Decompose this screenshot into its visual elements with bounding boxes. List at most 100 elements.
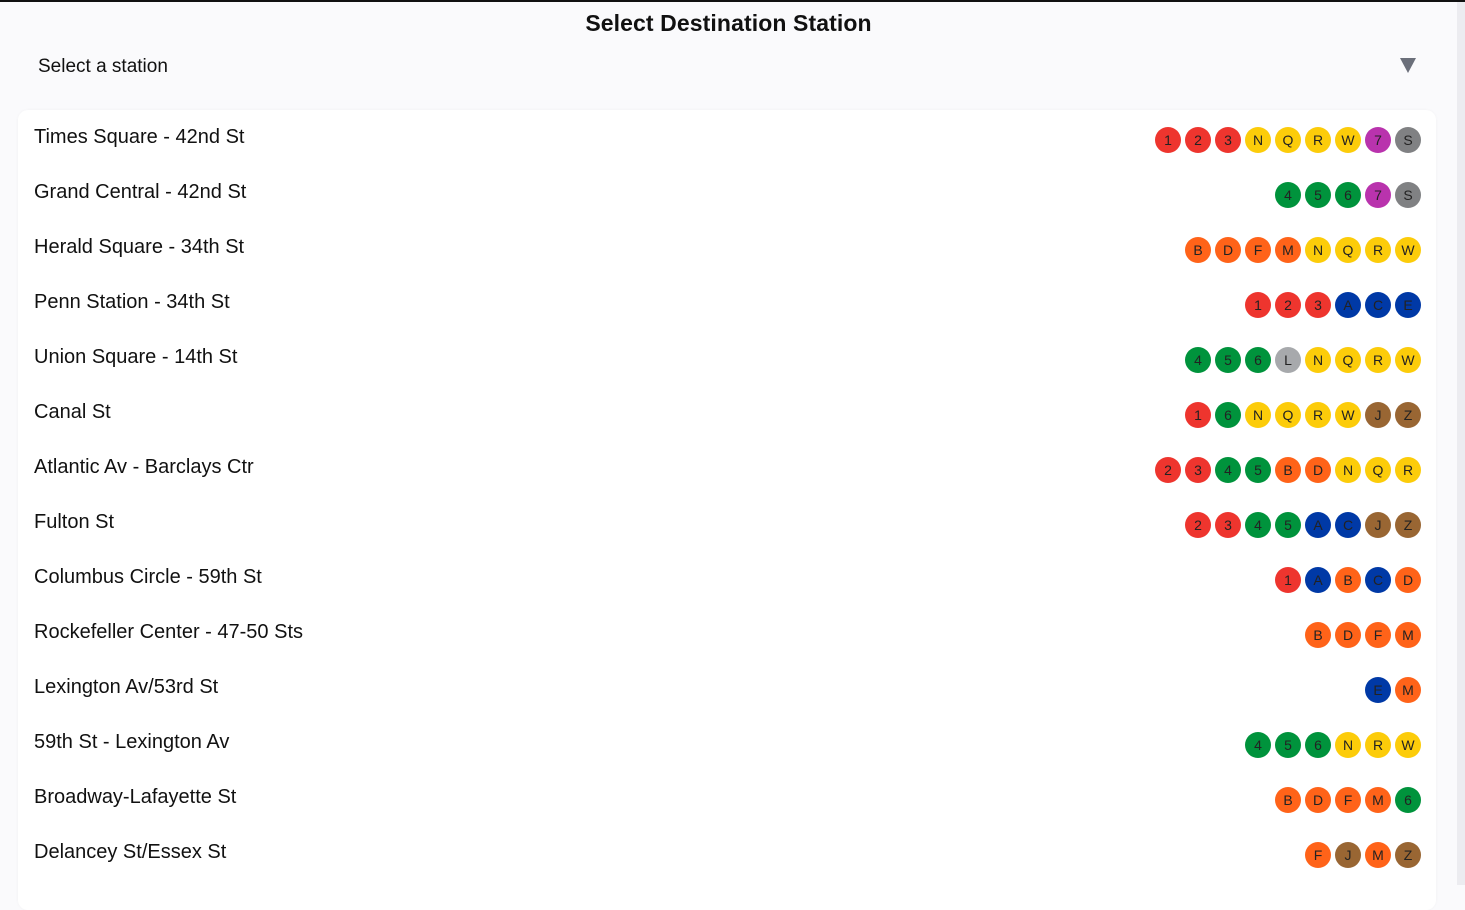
line-bullet-icon: W	[1335, 127, 1361, 153]
line-bullet-icon: 7	[1365, 182, 1391, 208]
line-bullet-icon: M	[1395, 677, 1421, 703]
station-name: Lexington Av/53rd St	[34, 676, 219, 698]
line-bullet-icon: A	[1305, 567, 1331, 593]
line-bullet-icon: 6	[1245, 347, 1271, 373]
line-bullets: 1ABCD	[1275, 567, 1421, 593]
line-bullet-icon: 6	[1335, 182, 1361, 208]
line-bullet-icon: 2	[1155, 457, 1181, 483]
line-bullet-icon: 6	[1395, 787, 1421, 813]
station-row[interactable]: Columbus Circle - 59th St 1 A B C D	[18, 552, 1436, 607]
line-bullet-icon: N	[1305, 347, 1331, 373]
line-bullet-icon: 1	[1275, 567, 1301, 593]
line-bullet-icon: A	[1335, 292, 1361, 318]
station-name: Rockefeller Center - 47-50 Sts	[34, 621, 304, 643]
line-bullet-icon: R	[1365, 347, 1391, 373]
line-bullet-icon: E	[1395, 292, 1421, 318]
line-bullet-icon: 2	[1185, 512, 1211, 538]
line-bullet-icon: E	[1365, 677, 1391, 703]
station-row[interactable]: Rockefeller Center - 47-50 Sts B D F M	[18, 607, 1436, 662]
line-bullet-icon: Q	[1365, 457, 1391, 483]
line-bullets: 2345ACJZ	[1185, 512, 1421, 538]
line-bullet-icon: 3	[1215, 127, 1241, 153]
station-row[interactable]: Canal St 1 6 N Q R W J Z	[18, 387, 1436, 442]
line-bullet-icon: Q	[1335, 347, 1361, 373]
line-bullet-icon: F	[1245, 237, 1271, 263]
dropdown-arrow-icon[interactable]	[1400, 58, 1416, 73]
page-title: Select Destination Station	[585, 10, 872, 36]
station-row[interactable]: Union Square - 14th St 4 5 6 L N Q R W	[18, 332, 1436, 387]
line-bullet-icon: 5	[1305, 182, 1331, 208]
line-bullet-icon: W	[1395, 347, 1421, 373]
line-bullets: 456NRW	[1245, 732, 1421, 758]
line-bullet-icon: 4	[1245, 512, 1271, 538]
scrollbar[interactable]	[1457, 2, 1465, 885]
station-name: Delancey St/Essex St	[34, 841, 227, 863]
station-row[interactable]: Times Square - 42nd St 1 2 3 N Q R W 7 S	[18, 112, 1436, 167]
line-bullet-icon: F	[1365, 622, 1391, 648]
line-bullet-icon: Q	[1275, 127, 1301, 153]
station-name: Atlantic Av - Barclays Ctr	[34, 456, 254, 478]
line-bullet-icon: S	[1395, 127, 1421, 153]
station-list: Times Square - 42nd St 1 2 3 N Q R W 7 S Grand Cen…	[18, 110, 1436, 910]
station-name: Canal St	[34, 401, 111, 423]
line-bullet-icon: 1	[1245, 292, 1271, 318]
line-bullet-icon: 6	[1305, 732, 1331, 758]
line-bullet-icon: S	[1395, 182, 1421, 208]
line-bullet-icon: B	[1185, 237, 1211, 263]
header: Select Destination Station Select a stat…	[0, 2, 1457, 102]
line-bullets: 456LNQRW	[1185, 347, 1421, 373]
line-bullet-icon: R	[1395, 457, 1421, 483]
line-bullet-icon: 4	[1185, 347, 1211, 373]
line-bullet-icon: B	[1335, 567, 1361, 593]
line-bullet-icon: D	[1395, 567, 1421, 593]
line-bullet-icon: 6	[1215, 402, 1241, 428]
station-row[interactable]: Delancey St/Essex St F J M Z	[18, 827, 1436, 882]
line-bullet-icon: W	[1335, 402, 1361, 428]
station-row[interactable]: Grand Central - 42nd St 4 5 6 7 S	[18, 167, 1436, 222]
station-row[interactable]: Atlantic Av - Barclays Ctr 2 3 4 5 B D N Q R	[18, 442, 1436, 497]
line-bullet-icon: N	[1335, 457, 1361, 483]
line-bullet-icon: Q	[1335, 237, 1361, 263]
line-bullet-icon: M	[1275, 237, 1301, 263]
line-bullet-icon: N	[1245, 402, 1271, 428]
line-bullet-icon: R	[1365, 237, 1391, 263]
station-row[interactable]: 59th St - Lexington Av 4 5 6 N R W	[18, 717, 1436, 772]
line-bullet-icon: 3	[1305, 292, 1331, 318]
line-bullet-icon: L	[1275, 347, 1301, 373]
line-bullet-icon: 4	[1215, 457, 1241, 483]
line-bullet-icon: M	[1365, 842, 1391, 868]
line-bullet-icon: R	[1365, 732, 1391, 758]
line-bullet-icon: 1	[1155, 127, 1181, 153]
line-bullet-icon: 3	[1185, 457, 1211, 483]
station-row[interactable]: Penn Station - 34th St 1 2 3 A C E	[18, 277, 1436, 332]
station-name: Penn Station - 34th St	[34, 291, 230, 313]
line-bullet-icon: 2	[1275, 292, 1301, 318]
line-bullets: BDFMNQRW	[1185, 237, 1421, 263]
station-row[interactable]: Herald Square - 34th St B D F M N Q R W	[18, 222, 1436, 277]
line-bullet-icon: M	[1365, 787, 1391, 813]
line-bullet-icon: 2	[1185, 127, 1211, 153]
station-select-placeholder: Select a station	[38, 56, 168, 77]
line-bullet-icon: J	[1365, 402, 1391, 428]
line-bullet-icon: C	[1365, 292, 1391, 318]
station-row[interactable]: Lexington Av/53rd St E M	[18, 662, 1436, 717]
station-row[interactable]: Broadway-Lafayette St B D F M 6	[18, 772, 1436, 827]
line-bullets: BDFM6	[1275, 787, 1421, 813]
line-bullet-icon: R	[1305, 402, 1331, 428]
line-bullet-icon: C	[1365, 567, 1391, 593]
line-bullet-icon: M	[1395, 622, 1421, 648]
line-bullets: 123NQRW7S	[1155, 127, 1421, 153]
line-bullet-icon: Q	[1275, 402, 1301, 428]
station-name: Fulton St	[34, 511, 115, 533]
line-bullet-icon: C	[1335, 512, 1361, 538]
line-bullet-icon: D	[1305, 787, 1331, 813]
line-bullet-icon: A	[1305, 512, 1331, 538]
line-bullet-icon: 5	[1275, 732, 1301, 758]
line-bullet-icon: Z	[1395, 402, 1421, 428]
line-bullet-icon: 5	[1215, 347, 1241, 373]
line-bullet-icon: J	[1365, 512, 1391, 538]
line-bullet-icon: W	[1395, 732, 1421, 758]
line-bullet-icon: R	[1305, 127, 1331, 153]
station-select[interactable]: Select a station	[18, 50, 1436, 86]
station-row[interactable]: Fulton St 2 3 4 5 A C J Z	[18, 497, 1436, 552]
